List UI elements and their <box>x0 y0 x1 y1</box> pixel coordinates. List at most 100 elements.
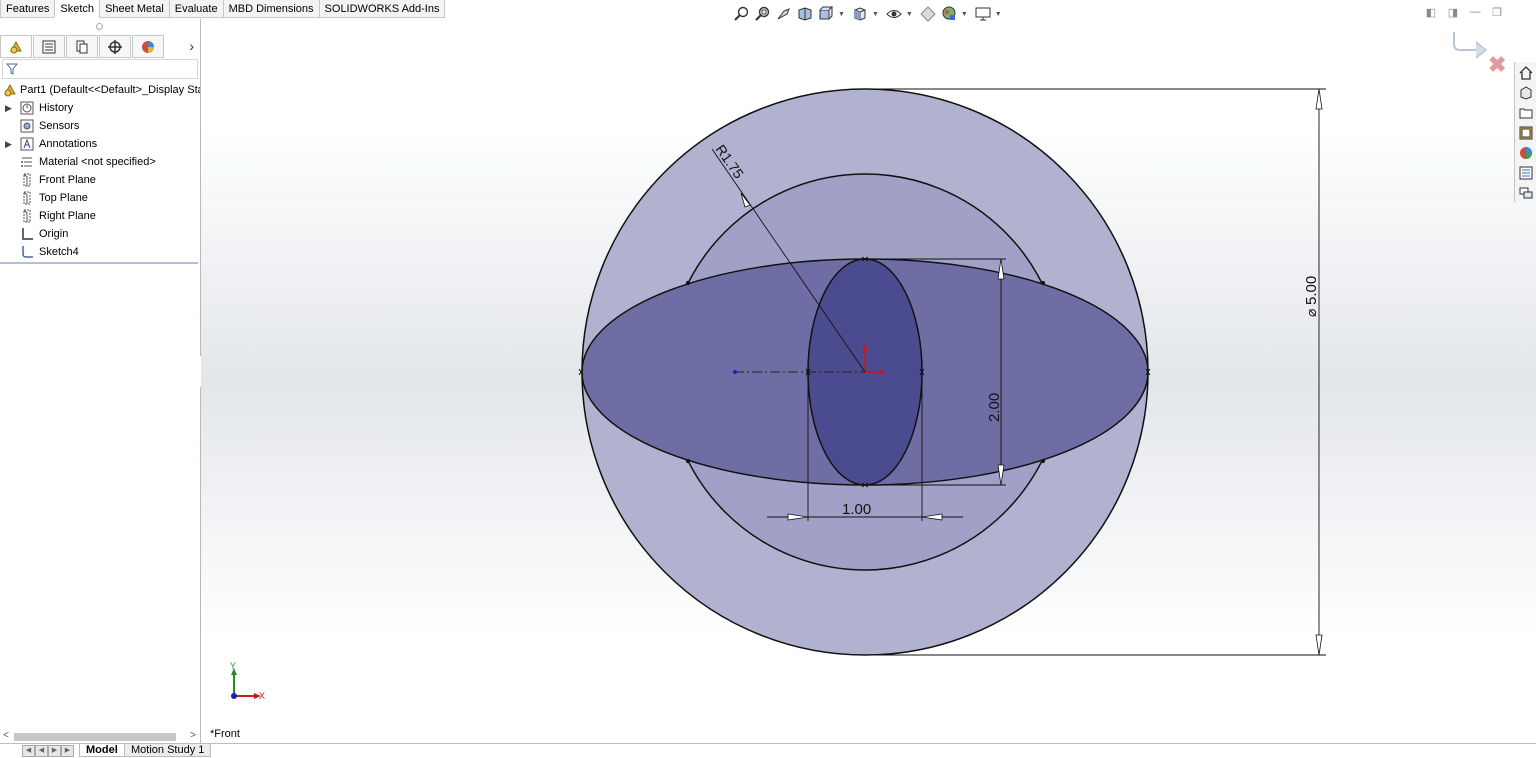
edit-appearance-button[interactable] <box>919 5 937 23</box>
custom-properties-tab[interactable] <box>1517 164 1535 182</box>
feature-tree: Part1 (Default<<Default>_Display State 1… <box>0 81 200 261</box>
view-settings-button[interactable] <box>974 5 992 23</box>
zoom-to-area-button[interactable] <box>754 5 772 23</box>
tree-rollback-bar[interactable] <box>0 262 198 264</box>
ellipse-height-dimension-text[interactable]: 2.00 <box>986 393 1003 422</box>
scroll-right-icon[interactable]: > <box>190 730 196 741</box>
tree-item-sketch4[interactable]: Sketch4 <box>0 243 200 261</box>
tile-left-icon[interactable]: ◧ <box>1424 5 1438 19</box>
tab-solidworks-add-ins[interactable]: SOLIDWORKS Add-Ins <box>318 0 446 18</box>
tab-sketch[interactable]: Sketch <box>54 0 101 18</box>
file-explorer-tab[interactable] <box>1517 104 1535 122</box>
tree-item-label: Top Plane <box>39 192 88 204</box>
chevron-down-icon[interactable]: ▼ <box>838 11 845 18</box>
minimize-icon[interactable]: — <box>1468 5 1482 19</box>
restore-icon[interactable]: ❐ <box>1490 5 1504 19</box>
tree-item-label: Material <not specified> <box>39 156 156 168</box>
expand-arrow-icon[interactable]: ▶ <box>5 99 12 117</box>
tree-item-history[interactable]: ▶ History <box>0 99 200 117</box>
tree-item-material[interactable]: Material <not specified> <box>0 153 200 171</box>
sketch-canvas[interactable]: R1.75 ⌀ 5.00 2.00 1.00 Y X <box>201 19 1536 743</box>
tree-item-front-plane[interactable]: Front Plane <box>0 171 200 189</box>
monitor-icon <box>975 7 991 21</box>
chevron-down-icon[interactable]: ▼ <box>961 11 968 18</box>
feature-manager-tab[interactable] <box>0 35 32 58</box>
previous-view-button[interactable] <box>775 5 793 23</box>
appearances-tab[interactable] <box>1517 144 1535 162</box>
dimxpert-icon <box>108 39 122 54</box>
tree-item-annotations[interactable]: ▶ Annotations <box>0 135 200 153</box>
cancel-sketch-icon[interactable]: ✖ <box>1488 52 1506 78</box>
scene-icon <box>942 6 956 20</box>
tree-item-sensors[interactable]: Sensors <box>0 117 200 135</box>
tree-horizontal-scrollbar[interactable]: < > <box>0 730 200 744</box>
first-tab-icon[interactable]: ◀ <box>22 745 35 757</box>
graphics-viewport[interactable]: R1.75 ⌀ 5.00 2.00 1.00 Y X *Front <box>201 19 1536 743</box>
tab-evaluate[interactable]: Evaluate <box>168 0 224 18</box>
previous-view-icon <box>777 8 790 20</box>
heads-up-view-toolbar: ▼ ▼ ▼ ▼ ▼ <box>733 4 1005 24</box>
task-pane-tabs <box>1514 62 1536 202</box>
panel-grip-handle[interactable] <box>96 23 103 30</box>
confirmation-corner: ✖ <box>1450 28 1506 77</box>
tab-sheet-metal[interactable]: Sheet Metal <box>99 0 170 18</box>
chevron-down-icon[interactable]: ▼ <box>906 11 913 18</box>
ellipse-width-dimension-text[interactable]: 1.00 <box>842 501 871 518</box>
chevron-down-icon[interactable]: ▼ <box>995 11 1002 18</box>
property-manager-tab[interactable] <box>33 35 65 58</box>
appearances-icon <box>1520 147 1532 159</box>
design-library-icon <box>1520 86 1532 100</box>
tree-item-label: Origin <box>39 228 69 240</box>
dynamic-annotation-views-button[interactable] <box>817 5 835 23</box>
command-manager-tabs: Features Sketch Sheet Metal Evaluate MBD… <box>0 0 446 19</box>
design-library-tab[interactable] <box>1517 84 1535 102</box>
tab-mbd-dimensions[interactable]: MBD Dimensions <box>222 0 320 18</box>
previous-tab-icon[interactable]: ◀ <box>35 745 48 757</box>
zoom-to-fit-button[interactable] <box>733 5 751 23</box>
tab-model[interactable]: Model <box>79 744 125 757</box>
tree-item-label: Part1 (Default<<Default>_Display State 1… <box>20 84 200 96</box>
scroll-thumb[interactable] <box>14 733 176 741</box>
solidworks-forum-tab[interactable] <box>1517 184 1535 202</box>
tree-item-part1[interactable]: Part1 (Default<<Default>_Display State 1… <box>0 81 200 99</box>
tab-motion-study-1[interactable]: Motion Study 1 <box>124 744 212 757</box>
property-manager-icon <box>42 40 56 53</box>
scroll-left-icon[interactable]: < <box>3 730 9 741</box>
next-tab-icon[interactable]: ▶ <box>48 745 61 757</box>
diameter-symbol: ⌀ <box>1304 308 1320 317</box>
view-palette-tab[interactable] <box>1517 124 1535 142</box>
solidworks-resources-tab[interactable] <box>1517 64 1535 82</box>
panel-more-chevron-icon[interactable]: › <box>189 38 194 54</box>
section-view-icon <box>798 7 812 21</box>
view-orientation-button[interactable] <box>851 5 869 23</box>
apply-scene-button[interactable] <box>940 5 958 23</box>
triad-x-label: X <box>259 691 265 701</box>
cube-icon <box>854 7 866 21</box>
configuration-manager-tab[interactable] <box>66 35 98 58</box>
view-orientation-icon <box>819 6 834 20</box>
diameter-dimension-text[interactable]: 5.00 <box>1303 276 1320 305</box>
hide-show-items-button[interactable] <box>885 5 903 23</box>
tree-filter-input[interactable] <box>2 59 198 79</box>
tile-right-icon[interactable]: ◨ <box>1446 5 1460 19</box>
tab-features[interactable]: Features <box>0 0 56 18</box>
folder-icon <box>1519 108 1533 119</box>
view-palette-icon <box>1519 126 1533 140</box>
zoom-to-area-icon <box>755 6 770 21</box>
chevron-down-icon[interactable]: ▼ <box>872 11 879 18</box>
expand-arrow-icon[interactable]: ▶ <box>5 135 12 153</box>
section-view-button[interactable] <box>796 5 814 23</box>
last-tab-icon[interactable]: ▶ <box>61 745 74 757</box>
dimxpert-manager-tab[interactable] <box>99 35 131 58</box>
custom-properties-icon <box>1519 166 1533 180</box>
plane-icon <box>23 191 31 205</box>
feature-manager-icon <box>10 40 22 53</box>
material-icon <box>21 157 32 167</box>
centerline-endpoint[interactable] <box>733 370 737 374</box>
tree-item-top-plane[interactable]: Top Plane <box>0 189 200 207</box>
tree-item-right-plane[interactable]: Right Plane <box>0 207 200 225</box>
tree-item-origin[interactable]: Origin <box>0 225 200 243</box>
tree-item-label: History <box>39 102 74 114</box>
history-icon <box>20 101 34 115</box>
display-manager-tab[interactable] <box>132 35 164 58</box>
